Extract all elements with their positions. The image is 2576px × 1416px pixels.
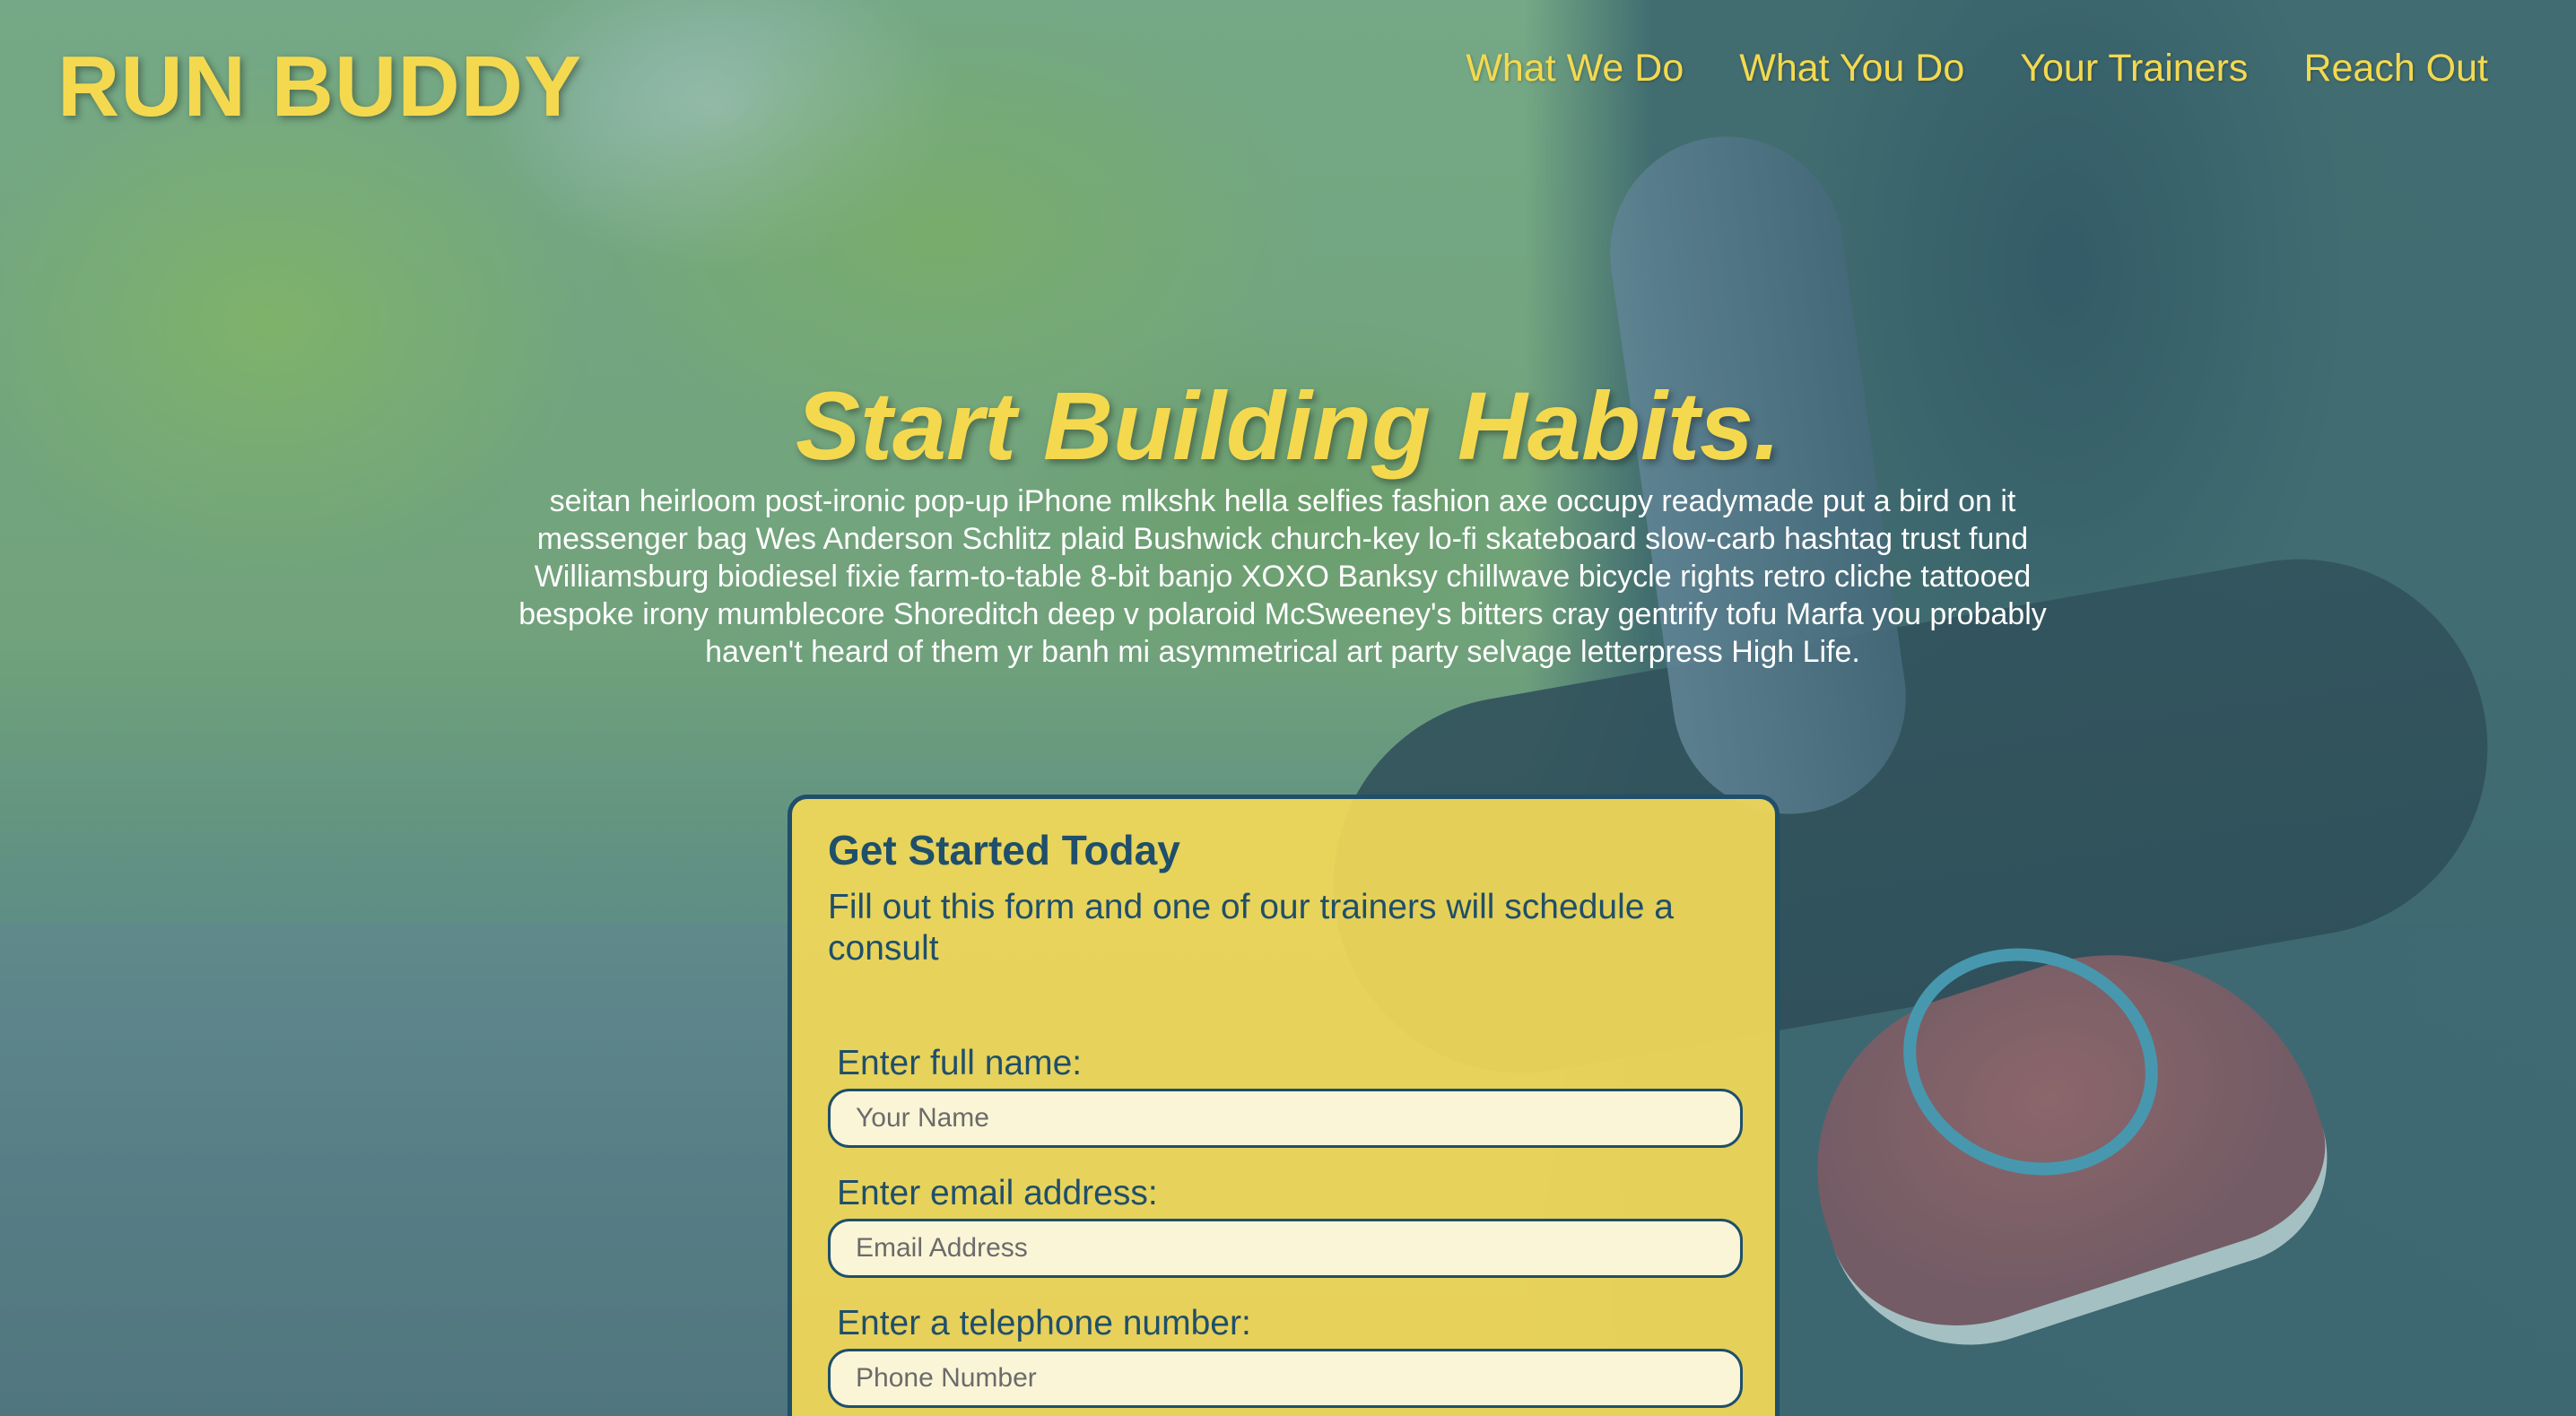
full-name-label: Enter full name: [837, 1044, 1083, 1082]
email-input[interactable] [828, 1219, 1743, 1278]
full-name-input[interactable] [828, 1089, 1743, 1148]
nav-link-reach-out[interactable]: Reach Out [2303, 47, 2488, 91]
main-nav: What We Do What You Do Your Trainers Rea… [1466, 47, 2488, 91]
full-name-field-group: Enter full name: [828, 1044, 1743, 1148]
form-subtitle: Fill out this form and one of our traine… [828, 888, 1674, 968]
phone-field-group: Enter a telephone number: [828, 1304, 1743, 1408]
phone-input[interactable] [828, 1349, 1743, 1408]
email-field-group: Enter email address: [828, 1174, 1743, 1278]
hero-headline: Start Building Habits. [795, 371, 1781, 480]
nav-link-your-trainers[interactable]: Your Trainers [2020, 47, 2248, 91]
nav-link-what-you-do[interactable]: What You Do [1739, 47, 1964, 91]
nav-link-what-we-do[interactable]: What We Do [1466, 47, 1684, 91]
form-title: Get Started Today [828, 827, 1180, 873]
site-logo[interactable]: RUN BUDDY [57, 38, 582, 136]
phone-label: Enter a telephone number: [837, 1304, 1251, 1342]
signup-form-card: Get Started Today Fill out this form and… [788, 795, 1780, 1416]
email-label: Enter email address: [837, 1174, 1158, 1212]
hero-intro-text: seitan heirloom post-ironic pop-up iPhon… [518, 484, 2047, 669]
